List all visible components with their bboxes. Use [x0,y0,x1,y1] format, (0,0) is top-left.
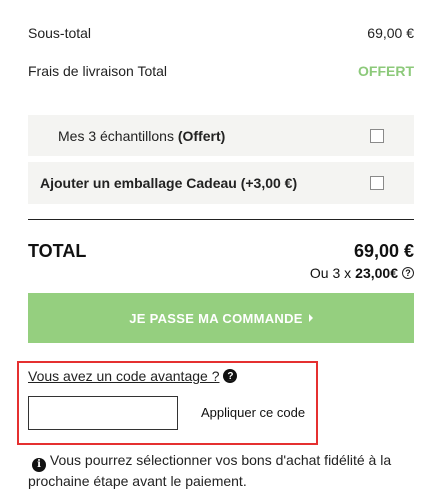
gift-wrap-checkbox[interactable] [370,176,384,190]
promo-question: Vous avez un code avantage ? [28,368,220,384]
total-label: TOTAL [28,240,87,261]
installments-info: Ou 3 x 23,00€ ? [310,265,414,281]
gift-wrap-label: Ajouter un emballage Cadeau (+3,00 €) [40,175,298,191]
total-divider [28,219,414,220]
installments-value: 23,00€ [355,265,398,281]
shipping-row: Frais de livraison Total OFFERT [28,62,414,80]
subtotal-row: Sous-total 69,00 € [28,24,414,42]
caret-right-icon [308,314,313,322]
loyalty-note: i Vous pourrez sélectionner vos bons d'a… [28,451,408,490]
total-value: 69,00 € [353,240,414,261]
installments-prefix: Ou 3 x [309,265,352,281]
subtotal-value: 69,00 € [367,25,414,41]
question-circle-icon[interactable]: ? [402,267,414,279]
loyalty-note-text: Vous pourrez sélectionner vos bons d'ach… [28,452,392,489]
promo-code-input[interactable] [28,396,178,430]
gift-wrap-option[interactable]: Ajouter un emballage Cadeau (+3,00 €) [28,162,414,204]
samples-label: Mes 3 échantillons [58,127,174,144]
question-dot-icon[interactable]: ? [223,369,238,383]
total-row: TOTAL 69,00 € [28,241,414,261]
checkout-label: JE PASSE MA COMMANDE [129,310,303,326]
promo-code-toggle[interactable]: Vous avez un code avantage ? ? [28,368,238,384]
checkout-button[interactable]: JE PASSE MA COMMANDE [28,293,414,343]
shipping-value: OFFERT [358,63,414,79]
info-icon: i [32,458,46,472]
shipping-label: Frais de livraison Total [28,63,168,79]
apply-code-button[interactable]: Appliquer ce code [201,405,305,420]
samples-note: (Offert) [177,127,226,144]
samples-checkbox[interactable] [370,128,384,143]
samples-text: Mes 3 échantillons (Offert) [58,128,225,144]
samples-option[interactable]: Mes 3 échantillons (Offert) [28,115,414,156]
subtotal-label: Sous-total [28,25,92,41]
